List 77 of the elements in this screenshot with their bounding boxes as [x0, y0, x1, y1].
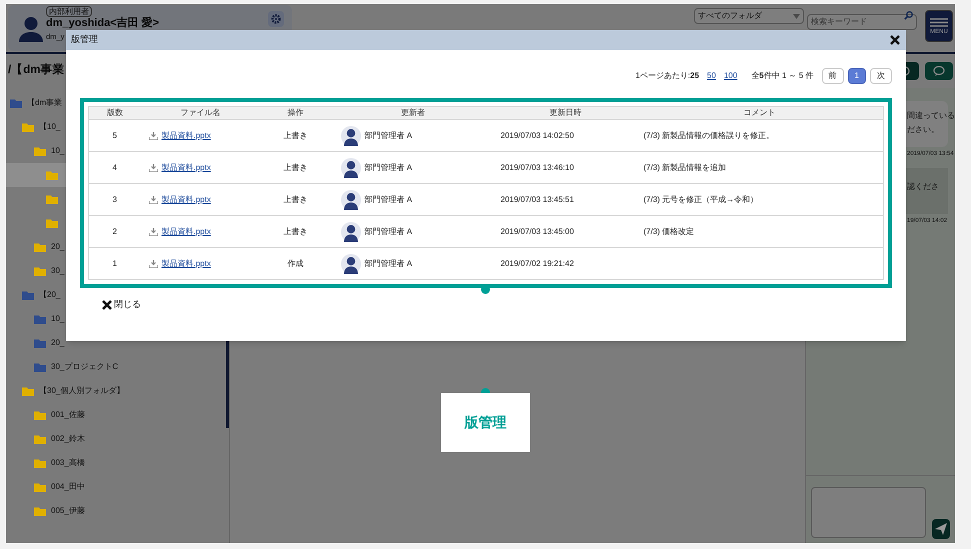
download-icon	[148, 132, 158, 140]
search-field[interactable]: 検索キーワード	[807, 14, 917, 30]
user-avatar-icon	[340, 158, 360, 178]
file-link[interactable]: 製品資料.pptx	[162, 162, 211, 174]
version-cell: 2	[88, 216, 140, 248]
column-header: ファイル名	[140, 106, 260, 120]
operation-cell: 作成	[260, 248, 330, 280]
per-page-label: 1ページあたり:25	[635, 70, 700, 82]
settings-button[interactable]	[268, 11, 284, 27]
menu-icon	[930, 18, 948, 26]
folder-select[interactable]: すべてのフォルダ	[694, 8, 804, 24]
download-icon	[148, 164, 158, 172]
column-header: 操作	[260, 106, 330, 120]
user-role-badge: 内部利用者	[46, 6, 92, 17]
comment-cell: (7/3) 新製品情報の価格誤りを修正。	[636, 120, 884, 152]
modal-title: 版管理	[71, 33, 98, 46]
operation-cell: 上書き	[260, 120, 330, 152]
close-button[interactable]	[889, 34, 901, 46]
file-link[interactable]: 製品資料.pptx	[162, 226, 211, 238]
version-cell: 1	[88, 248, 140, 280]
updater-name: 部門管理者 A	[364, 226, 412, 238]
file-link[interactable]: 製品資料.pptx	[162, 194, 211, 206]
paper-plane-icon	[934, 523, 947, 535]
user-avatar-icon	[340, 190, 360, 210]
download-icon	[148, 196, 158, 204]
column-header: 更新者	[330, 106, 496, 120]
download-icon	[148, 228, 158, 236]
version-cell: 3	[88, 184, 140, 216]
operation-cell: 上書き	[260, 216, 330, 248]
updater-name: 部門管理者 A	[364, 162, 412, 174]
callout-label: 版管理	[464, 413, 506, 432]
pagination-button[interactable]: 1	[848, 68, 866, 84]
per-page-link[interactable]: 100	[724, 70, 738, 82]
send-button[interactable]	[932, 519, 950, 539]
breadcrumb-title: /【dm事業	[8, 62, 64, 78]
message-input[interactable]	[811, 487, 926, 538]
pagination-button[interactable]: 前	[822, 68, 844, 84]
updater-name: 部門管理者 A	[364, 194, 412, 206]
operation-cell: 上書き	[260, 184, 330, 216]
operation-cell: 上書き	[260, 152, 330, 184]
chat-button[interactable]	[925, 62, 953, 80]
user-avatar-icon	[340, 126, 360, 146]
close-icon	[890, 35, 900, 45]
close-icon	[102, 300, 112, 310]
datetime-cell: 2019/07/03 13:45:51	[496, 184, 636, 216]
message-text: 認くださ	[907, 181, 939, 193]
column-header: コメント	[636, 106, 884, 120]
updater-name: 部門管理者 A	[364, 258, 412, 270]
comment-cell: (7/3) 新製品情報を追加	[636, 152, 884, 184]
download-icon	[148, 260, 158, 268]
per-page-link[interactable]: 50	[707, 70, 716, 82]
column-header: 更新日時	[496, 106, 636, 120]
comment-cell: (7/3) 価格改定	[636, 216, 884, 248]
result-count: 全5件中 1 ～ 5 件	[751, 70, 814, 82]
close-link[interactable]: 閉じる	[102, 298, 141, 312]
user-avatar-icon	[17, 14, 45, 42]
datetime-cell: 2019/07/03 14:02:50	[496, 120, 636, 152]
user-name: dm_yoshida<吉田 愛>	[46, 17, 160, 29]
speech-bubble-icon	[933, 66, 945, 76]
dropdown-caret-icon	[793, 14, 800, 18]
version-cell: 5	[88, 120, 140, 152]
user-avatar-icon	[340, 222, 360, 242]
gear-icon	[271, 14, 281, 24]
user-avatar-icon	[340, 254, 360, 274]
file-link[interactable]: 製品資料.pptx	[162, 130, 211, 142]
message-text: ださい。	[907, 124, 939, 136]
datetime-cell: 2019/07/03 13:45:00	[496, 216, 636, 248]
updater-name: 部門管理者 A	[364, 130, 412, 142]
version-cell: 4	[88, 152, 140, 184]
search-icon	[904, 11, 913, 20]
message-text: 間違っている	[907, 110, 955, 122]
pagination-button[interactable]: 次	[870, 68, 892, 84]
file-link[interactable]: 製品資料.pptx	[162, 258, 211, 270]
datetime-cell: 2019/07/02 19:21:42	[496, 248, 636, 280]
datetime-cell: 2019/07/03 13:46:10	[496, 152, 636, 184]
comment-cell: (7/3) 元号を修正（平成→令和）	[636, 184, 884, 216]
column-header: 版数	[88, 106, 140, 120]
